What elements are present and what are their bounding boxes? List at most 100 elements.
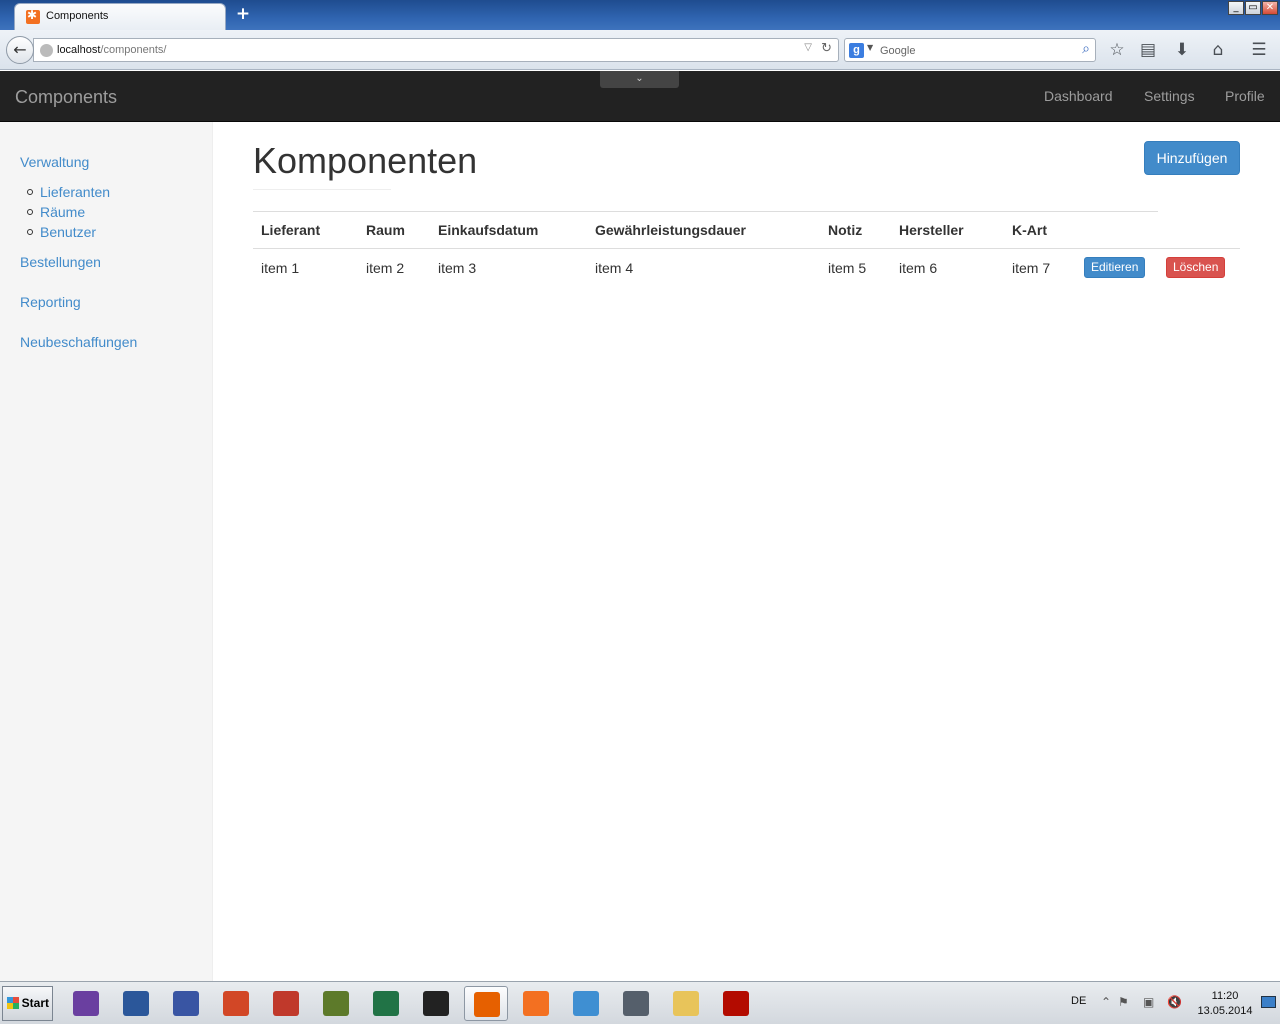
taskbar-app-visual-studio[interactable] bbox=[64, 986, 108, 1021]
volume-muted-icon[interactable]: 🔇 bbox=[1167, 995, 1182, 1009]
tray-expand-icon[interactable]: ⌃ bbox=[1101, 995, 1111, 1009]
clock-date: 13.05.2014 bbox=[1197, 1005, 1253, 1017]
table-cell: item 4 bbox=[595, 259, 634, 276]
bullet-icon bbox=[27, 209, 33, 215]
search-magnifier-icon[interactable]: ⌕ bbox=[1082, 41, 1090, 57]
brand[interactable]: Components bbox=[15, 87, 117, 108]
tortoise-icon bbox=[323, 991, 349, 1016]
components-table: Lieferant Raum Einkaufsdatum Gewährleist… bbox=[253, 211, 1240, 287]
sidebar-item-reporting[interactable]: Reporting bbox=[20, 294, 81, 310]
taskbar-app-word[interactable] bbox=[114, 986, 158, 1021]
url-bar[interactable]: localhost/components/ ▽ ↻ bbox=[33, 38, 839, 62]
taskbar-app-blue-app[interactable] bbox=[564, 986, 608, 1021]
taskbar-app-explorer[interactable] bbox=[664, 986, 708, 1021]
menu-icon[interactable]: ☰ bbox=[1248, 39, 1270, 61]
xampp-favicon-icon bbox=[26, 8, 40, 24]
maximize-button[interactable]: ▭ bbox=[1245, 1, 1261, 15]
clock[interactable]: 11:20 13.05.2014 bbox=[1190, 989, 1260, 1019]
visual-studio-icon bbox=[73, 991, 99, 1016]
reload-icon[interactable]: ↻ bbox=[821, 41, 832, 56]
taskbar-app-red-app[interactable] bbox=[264, 986, 308, 1021]
taskbar-app-ubuntu-one[interactable] bbox=[614, 986, 658, 1021]
network-icon[interactable]: ▣ bbox=[1143, 995, 1154, 1009]
bookmark-star-icon[interactable]: ☆ bbox=[1106, 39, 1128, 61]
table-cell: item 3 bbox=[438, 259, 477, 276]
browser-tab[interactable]: Components bbox=[14, 3, 226, 30]
nav-settings[interactable]: Settings bbox=[1144, 88, 1195, 104]
taskbar-app-excel[interactable] bbox=[364, 986, 408, 1021]
url-host: localhost bbox=[57, 44, 101, 56]
url-history-dropdown-icon[interactable]: ▽ bbox=[804, 42, 812, 53]
toolbar-toggle-chevron-icon[interactable]: ⌄ bbox=[600, 71, 679, 88]
sidebar-item-bestellungen[interactable]: Bestellungen bbox=[20, 254, 101, 270]
table-cell-delete: Löschen bbox=[1158, 249, 1240, 287]
excel-icon bbox=[373, 991, 399, 1016]
close-window-button[interactable]: ✕ bbox=[1262, 1, 1278, 15]
powerpoint-icon bbox=[223, 991, 249, 1016]
url-text: localhost/components/ bbox=[57, 44, 166, 56]
sidebar-item-lieferanten[interactable]: Lieferanten bbox=[40, 184, 110, 200]
back-button[interactable]: ← bbox=[6, 36, 34, 64]
minimize-button[interactable]: _ bbox=[1228, 1, 1244, 15]
taskbar-app-visio[interactable] bbox=[164, 986, 208, 1021]
delete-button[interactable]: Löschen bbox=[1166, 257, 1226, 279]
globe-icon bbox=[40, 44, 53, 57]
downloads-icon[interactable]: ⬇ bbox=[1171, 39, 1193, 61]
blue-app-icon bbox=[573, 991, 599, 1016]
bookmarks-list-icon[interactable]: ▤ bbox=[1137, 39, 1159, 61]
column-header[interactable]: Gewährleistungsdauer bbox=[587, 211, 820, 249]
nav-profile[interactable]: Profile bbox=[1225, 88, 1265, 104]
word-icon bbox=[123, 991, 149, 1016]
google-icon[interactable]: g bbox=[849, 43, 864, 58]
explorer-icon bbox=[673, 991, 699, 1016]
table-header-row: Lieferant Raum Einkaufsdatum Gewährleist… bbox=[253, 211, 1240, 249]
table-cell: item 6 bbox=[899, 259, 938, 276]
firefox-icon bbox=[474, 992, 500, 1017]
bullet-icon bbox=[27, 189, 33, 195]
column-header[interactable]: Hersteller bbox=[891, 211, 1004, 249]
tab-title: Components bbox=[46, 10, 109, 22]
app-navbar: ⌄ Components Dashboard Settings Profile bbox=[0, 71, 1280, 122]
start-button[interactable]: Start bbox=[2, 986, 53, 1021]
start-label: Start bbox=[21, 996, 49, 1010]
taskbar-app-xampp[interactable] bbox=[514, 986, 558, 1021]
taskbar-app-firefox[interactable] bbox=[464, 986, 508, 1021]
sidebar-item-verwaltung[interactable]: Verwaltung bbox=[20, 154, 89, 170]
browser-tab-bar: Components + _ ▭ ✕ bbox=[0, 0, 1280, 30]
home-icon[interactable]: ⌂ bbox=[1207, 39, 1229, 61]
sidebar-item-neubeschaffungen[interactable]: Neubeschaffungen bbox=[20, 334, 137, 350]
column-header[interactable]: Notiz bbox=[820, 211, 891, 249]
column-header-actions bbox=[1076, 211, 1158, 249]
table-cell: item 1 bbox=[261, 259, 300, 276]
show-desktop-icon[interactable] bbox=[1261, 996, 1276, 1008]
edit-button[interactable]: Editieren bbox=[1084, 257, 1146, 279]
url-path: /components/ bbox=[100, 44, 167, 56]
browser-toolbar: localhost/components/ ▽ ↻ ← g ▼ Google ⌕… bbox=[0, 30, 1280, 70]
action-center-flag-icon[interactable]: ⚑ bbox=[1118, 995, 1129, 1009]
add-button[interactable]: Hinzufügen bbox=[1144, 141, 1240, 175]
table-cell-edit: Editieren bbox=[1076, 249, 1158, 287]
search-engine-dropdown-icon[interactable]: ▼ bbox=[867, 43, 873, 52]
column-header[interactable]: Lieferant bbox=[253, 211, 358, 249]
taskbar-app-powerpoint[interactable] bbox=[214, 986, 258, 1021]
sidebar: Verwaltung Lieferanten Räume Benutzer Be… bbox=[0, 122, 213, 981]
taskbar-app-tortoise[interactable] bbox=[314, 986, 358, 1021]
sidebar-item-benutzer[interactable]: Benutzer bbox=[40, 224, 96, 240]
nav-dashboard[interactable]: Dashboard bbox=[1044, 88, 1113, 104]
search-bar[interactable]: g ▼ Google ⌕ bbox=[844, 38, 1096, 62]
taskbar-app-acrobat[interactable] bbox=[714, 986, 758, 1021]
column-header[interactable]: K-Art bbox=[1004, 211, 1076, 249]
acrobat-icon bbox=[723, 991, 749, 1016]
red-app-icon bbox=[273, 991, 299, 1016]
clock-time: 11:20 bbox=[1211, 990, 1239, 1002]
inkscape-icon bbox=[423, 991, 449, 1016]
table-cell: item 2 bbox=[366, 259, 405, 276]
sidebar-item-raeume[interactable]: Räume bbox=[40, 204, 85, 220]
language-indicator[interactable]: DE bbox=[1071, 995, 1086, 1007]
new-tab-button[interactable]: + bbox=[234, 5, 252, 23]
taskbar-app-inkscape[interactable] bbox=[414, 986, 458, 1021]
main-content: Komponenten Hinzufügen Lieferant Raum Ei… bbox=[213, 122, 1280, 981]
column-header[interactable]: Einkaufsdatum bbox=[430, 211, 587, 249]
table-row: item 1 item 2 item 3 item 4 item 5 item … bbox=[253, 249, 1240, 287]
column-header[interactable]: Raum bbox=[358, 211, 430, 249]
